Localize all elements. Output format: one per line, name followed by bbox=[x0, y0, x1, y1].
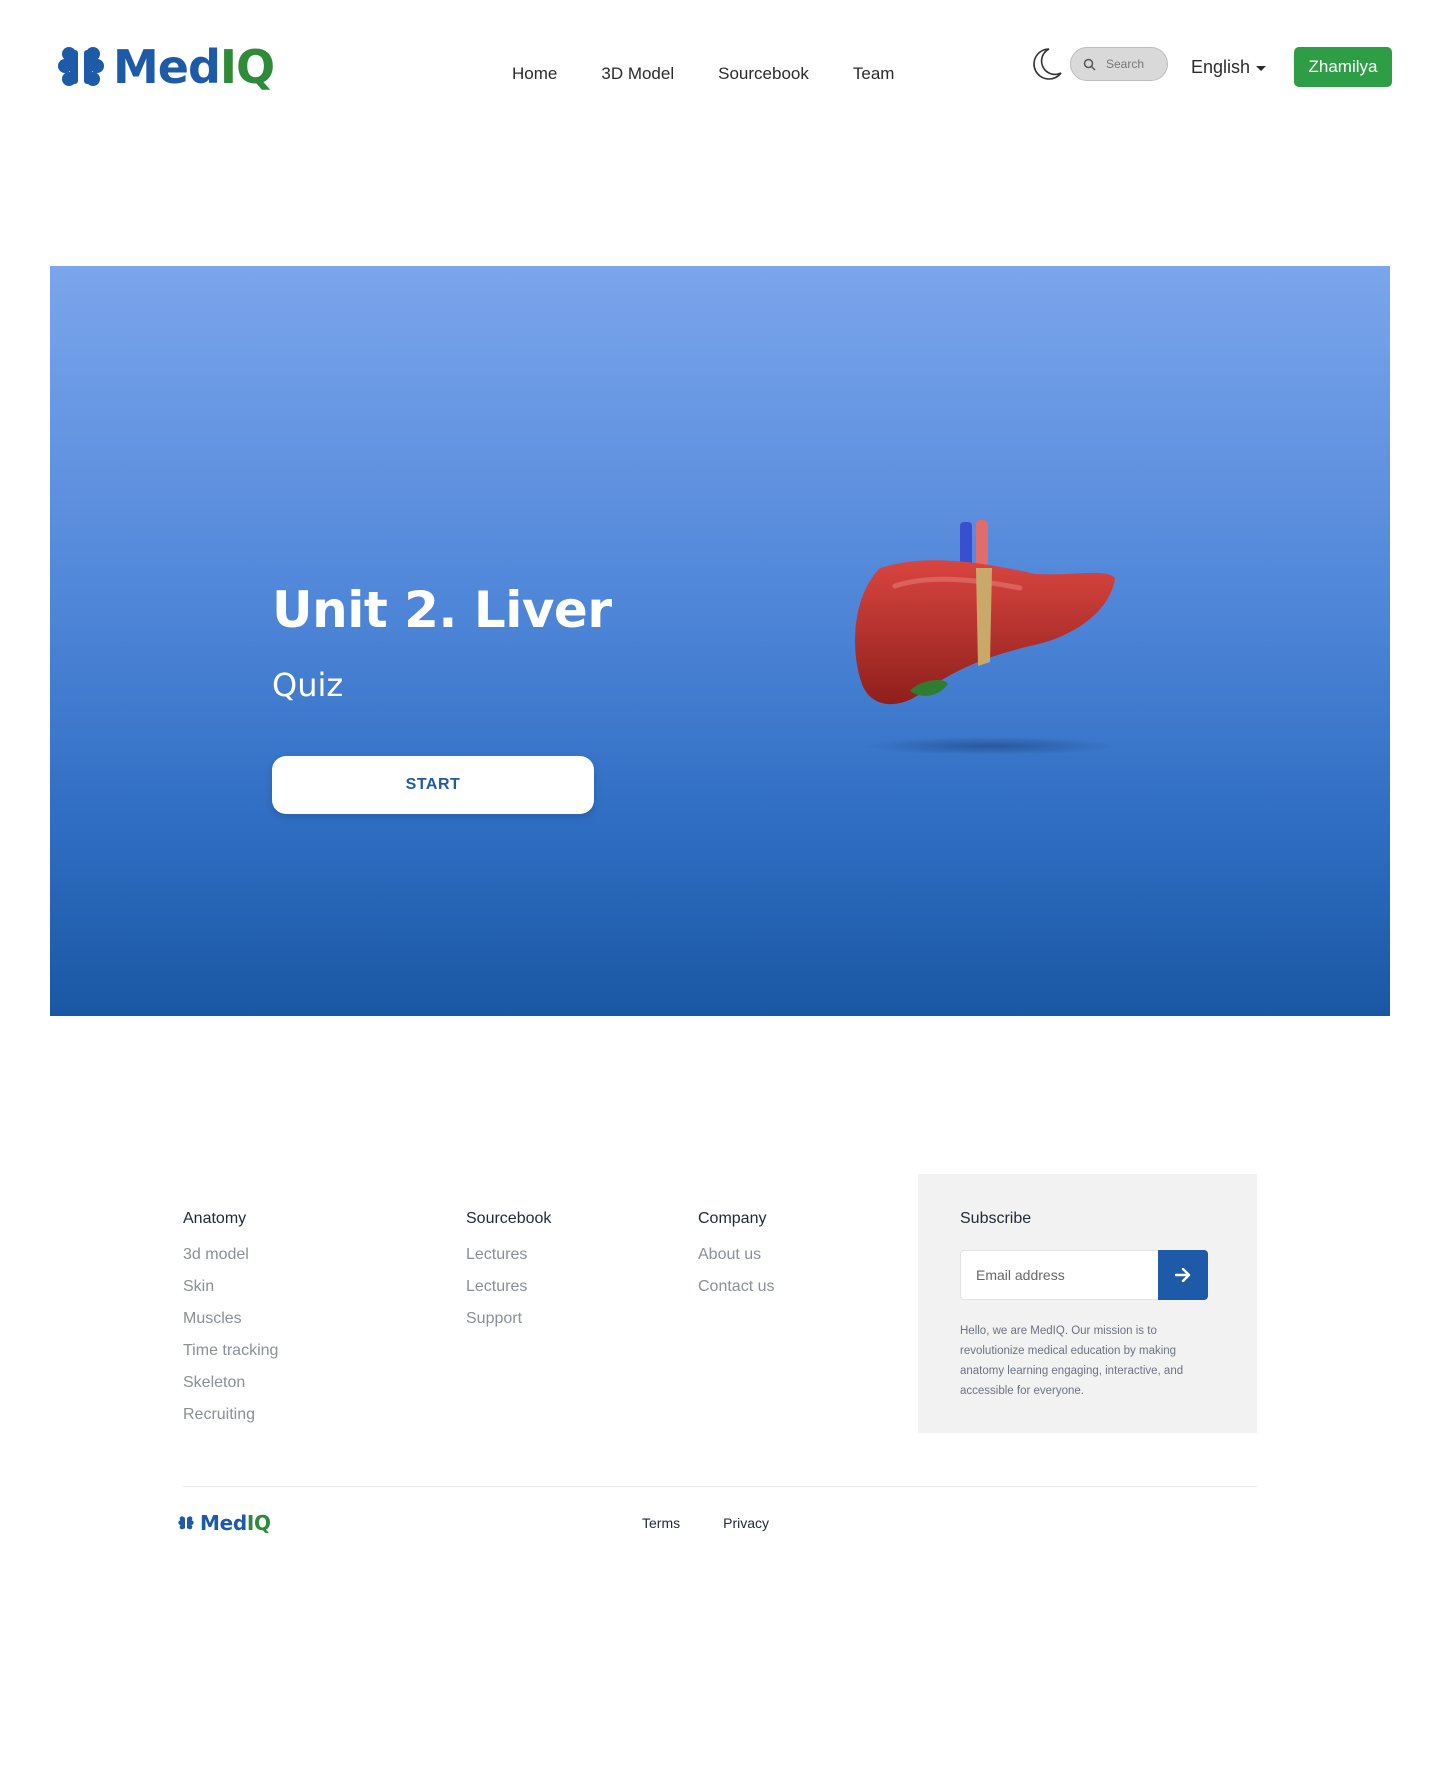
brain-logo-icon bbox=[58, 46, 104, 88]
subscribe-form bbox=[960, 1250, 1208, 1300]
footer-col-sourcebook: Sourcebook Lectures Lectures Support bbox=[466, 1210, 686, 1341]
footer-logo[interactable]: MedIQ bbox=[178, 1513, 271, 1533]
footer-link-muscles[interactable]: Muscles bbox=[183, 1309, 403, 1328]
footer-col-title: Company bbox=[698, 1210, 767, 1227]
footer-link-time-tracking[interactable]: Time tracking bbox=[183, 1341, 403, 1360]
subscribe-submit-button[interactable] bbox=[1158, 1250, 1208, 1300]
footer-link-lectures-2[interactable]: Lectures bbox=[466, 1277, 686, 1296]
footer-link-about-us[interactable]: About us bbox=[698, 1245, 918, 1264]
nav-sourcebook[interactable]: Sourcebook bbox=[718, 64, 809, 84]
footer-link-skin[interactable]: Skin bbox=[183, 1277, 403, 1296]
logo-med: Med bbox=[200, 1511, 247, 1535]
subscribe-description: Hello, we are MedIQ. Our mission is to r… bbox=[960, 1325, 1184, 1397]
subscribe-panel: Subscribe Hello, we are MedIQ. Our missi… bbox=[918, 1174, 1257, 1433]
footer-link-recruiting[interactable]: Recruiting bbox=[183, 1405, 403, 1424]
logo-med: Med bbox=[113, 40, 221, 94]
privacy-link[interactable]: Privacy bbox=[723, 1515, 769, 1531]
user-button[interactable]: Zhamilya bbox=[1294, 47, 1392, 87]
footer-col-company: Company About us Contact us bbox=[698, 1210, 918, 1309]
brain-logo-icon bbox=[178, 1516, 194, 1530]
footer-link-support[interactable]: Support bbox=[466, 1309, 686, 1328]
terms-link[interactable]: Terms bbox=[642, 1515, 680, 1531]
footer-divider bbox=[183, 1486, 1257, 1487]
language-dropdown[interactable]: English bbox=[1191, 57, 1267, 78]
logo-iq: IQ bbox=[219, 40, 275, 94]
subscribe-title: Subscribe bbox=[960, 1210, 1032, 1227]
footer-col-anatomy: Anatomy 3d model Skin Muscles Time track… bbox=[183, 1210, 403, 1437]
nav-team[interactable]: Team bbox=[853, 64, 895, 84]
hero-banner: Unit 2. Liver Quiz START bbox=[50, 266, 1390, 1016]
unit-title: Unit 2. Liver bbox=[272, 581, 612, 639]
footer-logo-wordmark: MedIQ bbox=[200, 1513, 271, 1533]
language-label: English bbox=[1191, 57, 1251, 77]
site-logo[interactable]: MedIQ bbox=[57, 44, 275, 90]
caret-down-icon bbox=[1256, 66, 1267, 71]
footer-link-contact-us[interactable]: Contact us bbox=[698, 1277, 918, 1296]
arrow-right-icon bbox=[1175, 1268, 1191, 1282]
liver-illustration bbox=[855, 520, 1115, 755]
footer-legal-links: Terms Privacy bbox=[642, 1515, 769, 1531]
search-icon bbox=[1083, 58, 1096, 71]
unit-subtitle: Quiz bbox=[272, 666, 344, 704]
footer-link-lectures[interactable]: Lectures bbox=[466, 1245, 686, 1264]
main-nav: Home 3D Model Sourcebook Team bbox=[512, 64, 938, 84]
email-field[interactable] bbox=[960, 1250, 1158, 1300]
logo-iq: IQ bbox=[246, 1511, 271, 1535]
nav-3d-model[interactable]: 3D Model bbox=[601, 64, 674, 84]
footer-link-skeleton[interactable]: Skeleton bbox=[183, 1373, 403, 1392]
logo-wordmark: MedIQ bbox=[113, 44, 275, 90]
moon-icon[interactable] bbox=[1031, 47, 1063, 81]
footer-col-title: Anatomy bbox=[183, 1210, 247, 1227]
nav-home[interactable]: Home bbox=[512, 64, 557, 84]
start-button[interactable]: START bbox=[272, 756, 594, 814]
footer-link-3d-model[interactable]: 3d model bbox=[183, 1245, 403, 1264]
site-header: MedIQ Home 3D Model Sourcebook Team Engl… bbox=[0, 0, 1440, 140]
footer-col-title: Sourcebook bbox=[466, 1210, 552, 1227]
search-box[interactable] bbox=[1070, 47, 1168, 81]
search-input[interactable] bbox=[1106, 57, 1166, 71]
